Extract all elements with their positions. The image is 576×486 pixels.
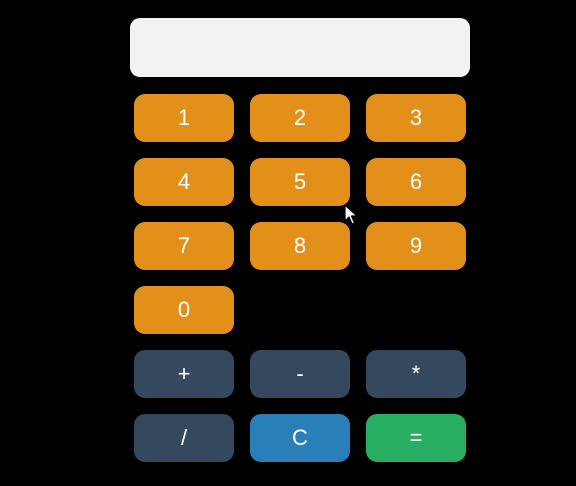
key-1-button[interactable]: 1 bbox=[134, 94, 234, 142]
key-8-button[interactable]: 8 bbox=[250, 222, 350, 270]
add-button[interactable]: + bbox=[134, 350, 234, 398]
subtract-button[interactable]: - bbox=[250, 350, 350, 398]
key-2-button[interactable]: 2 bbox=[250, 94, 350, 142]
multiply-button[interactable]: * bbox=[366, 350, 466, 398]
key-0-button[interactable]: 0 bbox=[134, 286, 234, 334]
calculator-display bbox=[130, 18, 470, 77]
divide-button[interactable]: / bbox=[134, 414, 234, 462]
key-6-button[interactable]: 6 bbox=[366, 158, 466, 206]
clear-button[interactable]: C bbox=[250, 414, 350, 462]
key-4-button[interactable]: 4 bbox=[134, 158, 234, 206]
key-3-button[interactable]: 3 bbox=[366, 94, 466, 142]
key-7-button[interactable]: 7 bbox=[134, 222, 234, 270]
key-9-button[interactable]: 9 bbox=[366, 222, 466, 270]
mouse-pointer-icon bbox=[344, 204, 358, 225]
equals-button[interactable]: = bbox=[366, 414, 466, 462]
key-5-button[interactable]: 5 bbox=[250, 158, 350, 206]
